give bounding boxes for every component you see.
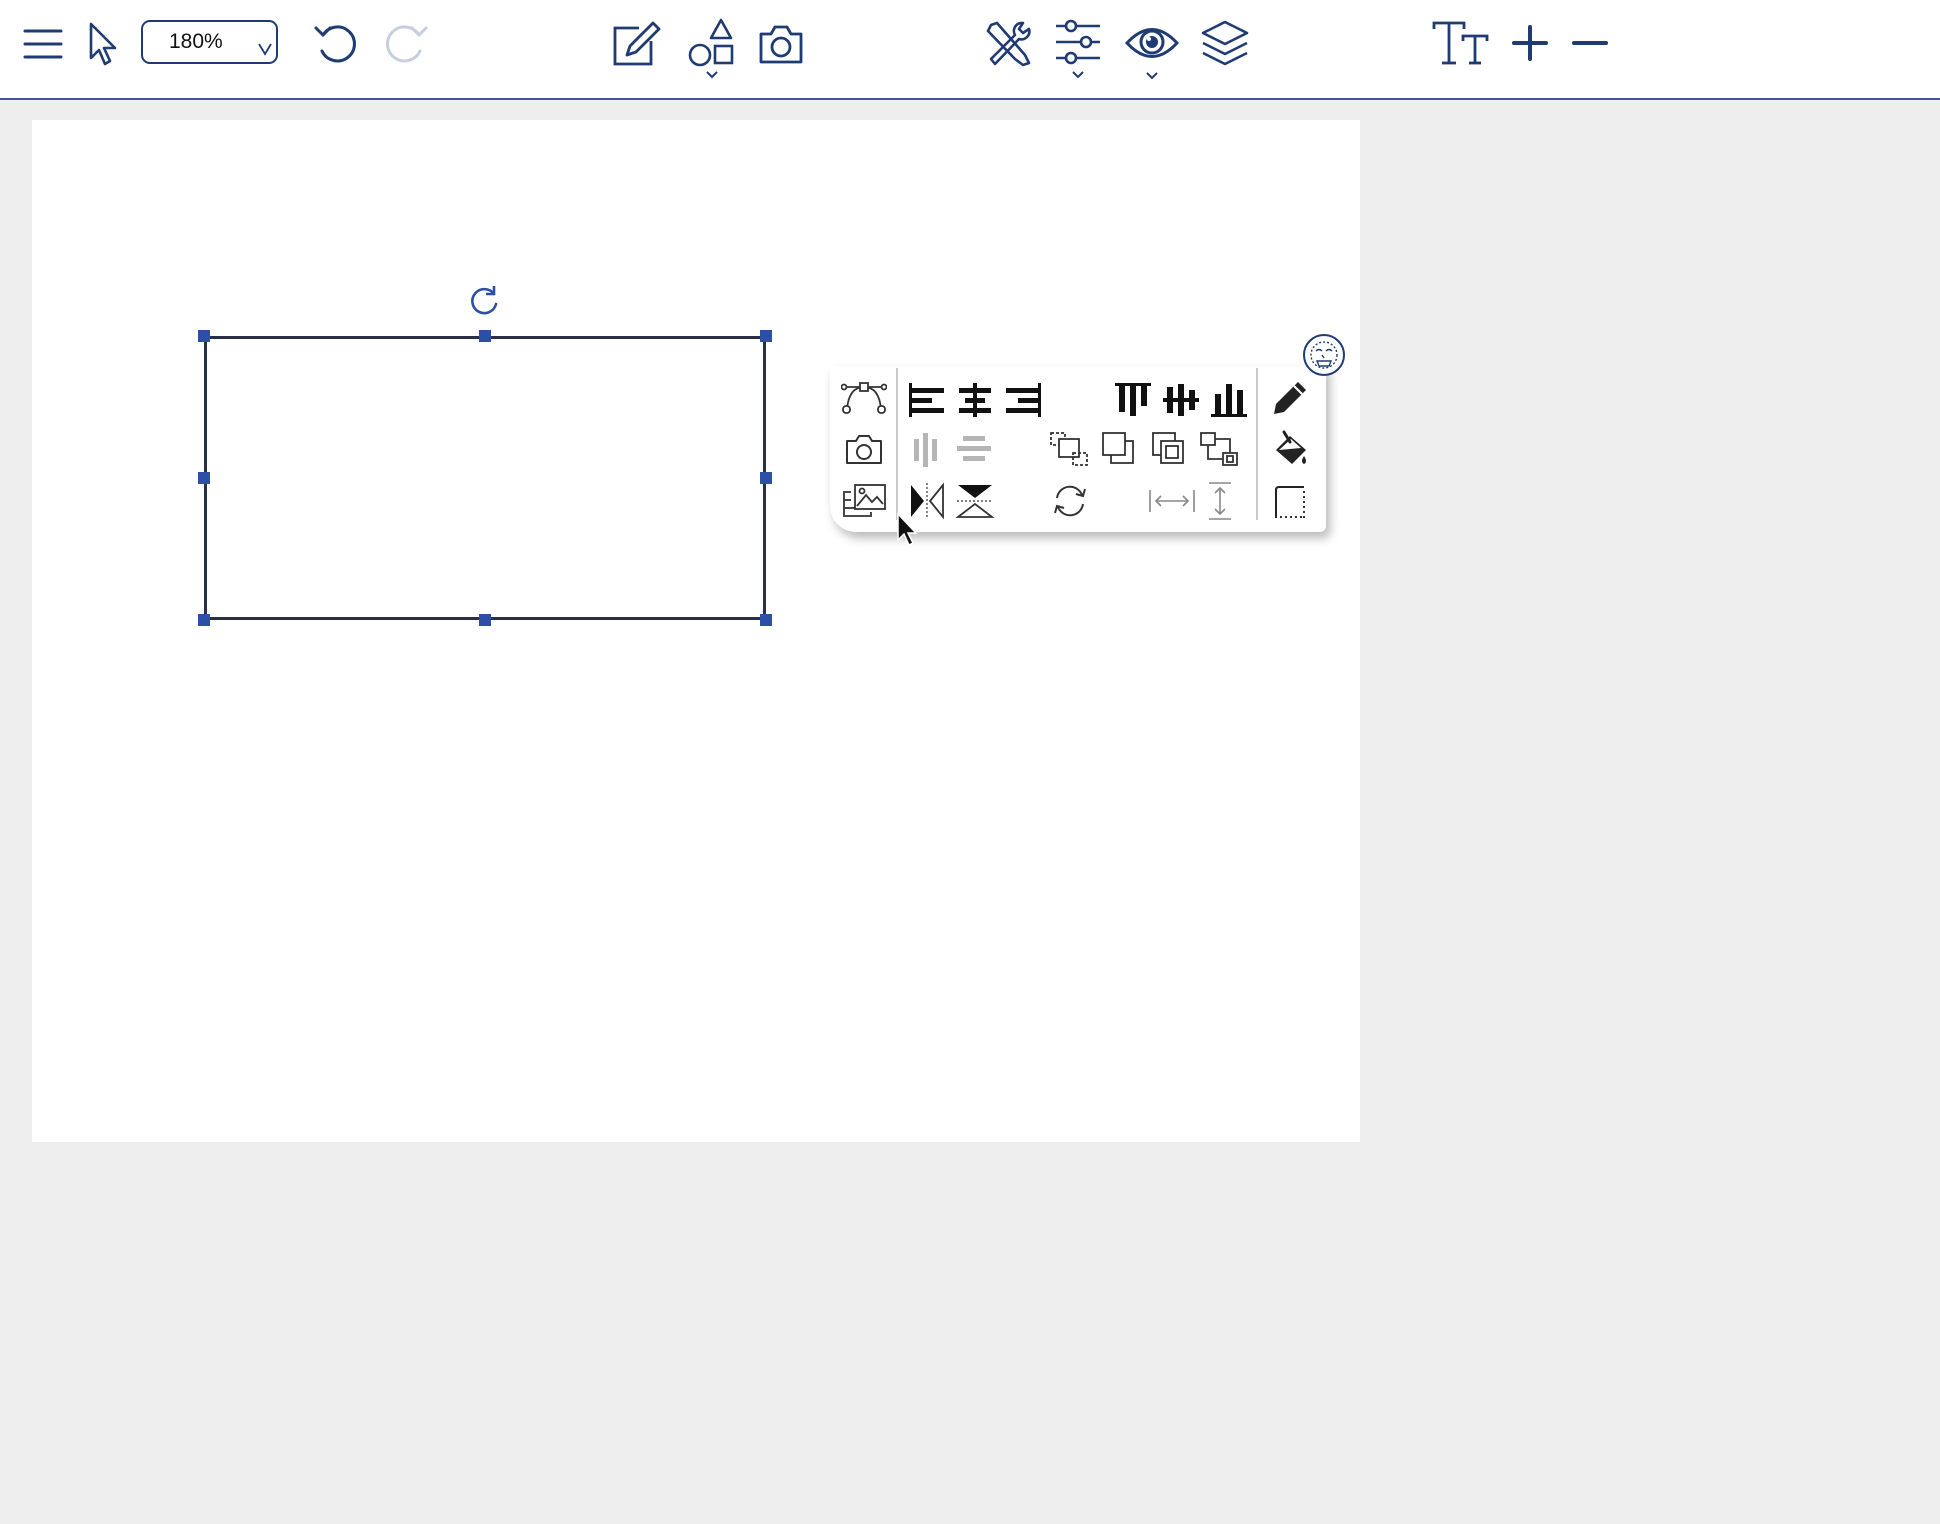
align-top-icon [1115, 383, 1151, 416]
distribute-horizontal-button[interactable] [906, 430, 948, 470]
resize-handle-right[interactable] [760, 472, 772, 484]
select-tool-button[interactable] [84, 20, 120, 68]
chevron-down-icon [258, 43, 272, 56]
shape-context-toolbar [830, 366, 1326, 532]
flip-vertical-button[interactable] [954, 480, 996, 522]
align-right-button[interactable] [1002, 380, 1044, 420]
rotate-button[interactable] [1046, 480, 1094, 522]
width-button[interactable] [1146, 480, 1198, 522]
redo-button[interactable] [380, 18, 432, 68]
minus-icon [1572, 41, 1608, 45]
align-bottom-icon [1211, 384, 1247, 417]
undo-icon [314, 25, 356, 63]
resize-handle-bottom[interactable] [479, 614, 491, 626]
zoom-value: 180% [169, 30, 223, 53]
send-to-back-button[interactable] [1196, 428, 1244, 470]
redo-icon [386, 25, 428, 63]
edit-icon [613, 21, 661, 66]
align-center-icon [959, 383, 991, 417]
height-button[interactable] [1202, 480, 1238, 522]
rectangle-shape[interactable] [204, 336, 766, 620]
resize-handle-top-right[interactable] [760, 330, 772, 342]
separator [1256, 368, 1258, 520]
edit-button[interactable] [608, 18, 664, 70]
text-size-button[interactable] [1430, 18, 1492, 68]
zoom-select[interactable]: 180% [141, 20, 278, 64]
corner-radius-icon [1275, 486, 1305, 518]
plus-icon [1512, 25, 1548, 61]
image-icon [843, 484, 886, 517]
bring-to-front-button[interactable] [1046, 428, 1094, 470]
camera-button[interactable] [756, 20, 806, 68]
align-bottom-button[interactable] [1208, 380, 1250, 420]
bring-to-front-icon [1050, 432, 1088, 466]
shapes-button[interactable] [686, 16, 738, 82]
send-to-back-icon [1200, 432, 1238, 466]
send-backward-button[interactable] [1146, 428, 1194, 470]
corner-radius-button[interactable] [1266, 480, 1314, 524]
collaborator-avatar[interactable] [1303, 334, 1345, 376]
flip-vertical-icon [955, 485, 995, 518]
view-button[interactable] [1124, 16, 1180, 82]
bezier-curve-icon [841, 382, 887, 414]
bring-forward-button[interactable] [1096, 428, 1144, 470]
align-left-button[interactable] [906, 380, 948, 420]
paint-bucket-icon [1276, 430, 1306, 464]
drawing-canvas[interactable] [32, 120, 1360, 1142]
rotate-handle[interactable] [468, 284, 502, 318]
sliders-icon [1056, 19, 1100, 79]
fill-color-button[interactable] [1266, 428, 1314, 472]
bring-forward-icon [1102, 432, 1134, 464]
edit-points-button[interactable] [840, 376, 888, 418]
image-fill-button[interactable] [840, 480, 888, 522]
camera-icon [846, 435, 882, 464]
rotate-icon [471, 286, 498, 315]
text-size-icon [1432, 21, 1489, 65]
resize-handle-top-left[interactable] [198, 330, 210, 342]
snapshot-button[interactable] [840, 428, 888, 470]
tools-icon [986, 21, 1031, 67]
cursor-arrow-icon [897, 512, 918, 547]
distribute-vertical-button[interactable] [954, 430, 996, 470]
pointer-icon [89, 22, 117, 66]
mouse-cursor [896, 512, 920, 552]
resize-handle-left[interactable] [198, 472, 210, 484]
align-right-icon [1006, 383, 1041, 417]
menu-icon [23, 29, 63, 59]
height-icon [1209, 482, 1231, 520]
align-middle-button[interactable] [1160, 380, 1202, 420]
pencil-icon [1274, 382, 1306, 414]
camera-icon [759, 25, 803, 64]
main-toolbar: 180% [0, 0, 1940, 100]
resize-handle-bottom-left[interactable] [198, 614, 210, 626]
layers-button[interactable] [1198, 18, 1252, 70]
align-left-icon [909, 383, 944, 417]
undo-button[interactable] [310, 18, 362, 68]
align-top-button[interactable] [1112, 380, 1154, 420]
resize-handle-top[interactable] [479, 330, 491, 342]
zoom-in-button[interactable] [1508, 20, 1552, 66]
shapes-icon [688, 18, 734, 79]
distribute-horizontal-icon [914, 433, 937, 467]
align-middle-icon [1163, 384, 1199, 416]
tools-button[interactable] [982, 18, 1034, 70]
separator [896, 368, 898, 520]
eye-icon [1125, 28, 1179, 80]
width-icon [1149, 490, 1195, 512]
stroke-color-button[interactable] [1266, 376, 1314, 420]
user-face-icon [1310, 341, 1338, 369]
layers-icon [1201, 20, 1249, 66]
zoom-out-button[interactable] [1568, 20, 1612, 66]
rotate-icon [1054, 485, 1086, 517]
align-center-button[interactable] [954, 380, 996, 420]
menu-button[interactable] [20, 22, 66, 66]
adjust-button[interactable] [1052, 16, 1104, 82]
distribute-vertical-icon [957, 436, 991, 461]
resize-handle-bottom-right[interactable] [760, 614, 772, 626]
send-backward-icon [1152, 432, 1184, 464]
